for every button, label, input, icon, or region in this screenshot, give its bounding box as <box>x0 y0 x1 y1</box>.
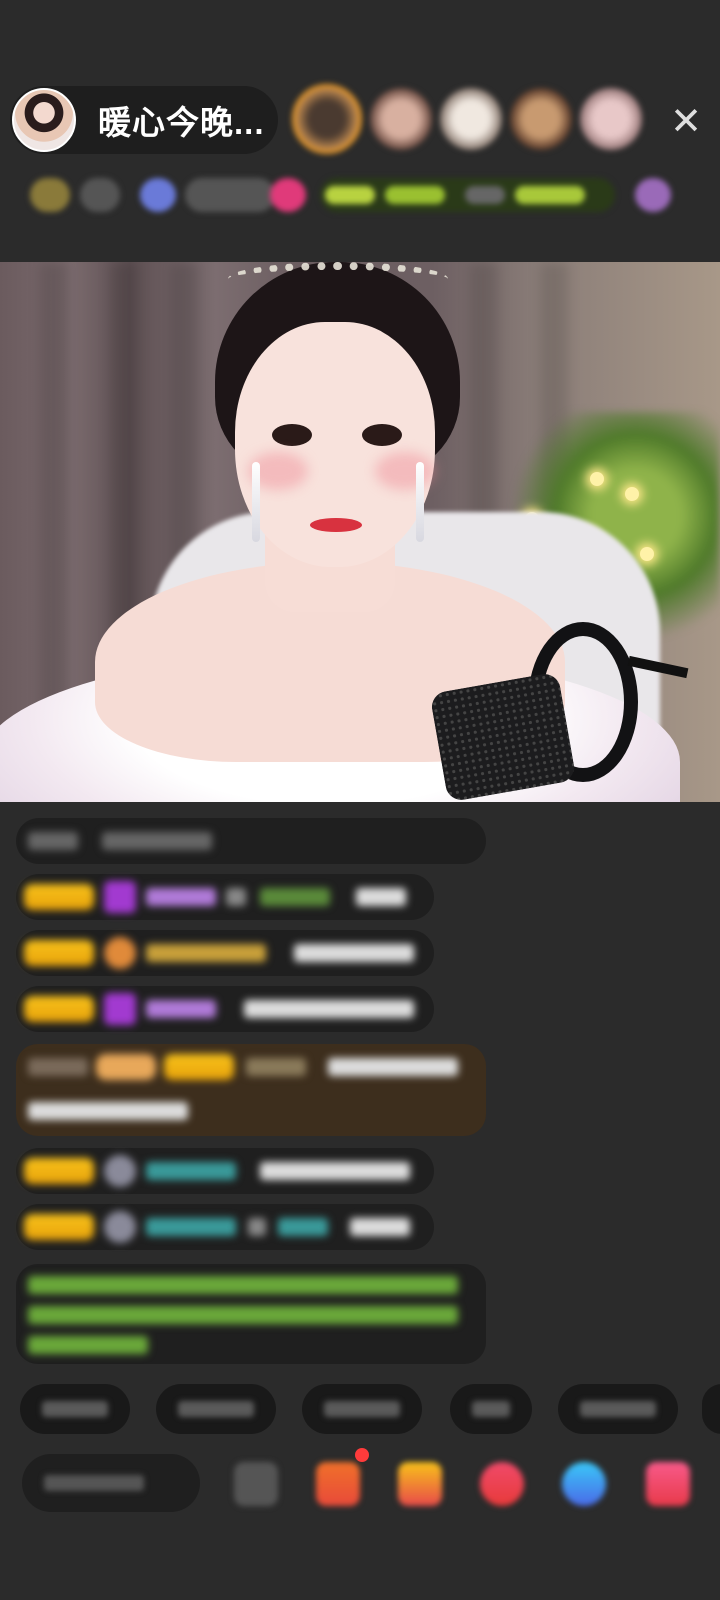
top-viewer-avatar[interactable] <box>292 84 362 154</box>
more-gifts-icon[interactable] <box>646 1462 690 1506</box>
chat-input[interactable] <box>22 1454 200 1512</box>
quick-reply-chip[interactable] <box>156 1384 276 1434</box>
top-viewer-avatar[interactable] <box>580 88 642 150</box>
top-viewers-list <box>292 84 642 154</box>
quick-reply-chip[interactable] <box>702 1384 720 1434</box>
gift-box-icon[interactable] <box>316 1462 360 1506</box>
quick-reply-chip[interactable] <box>302 1384 422 1434</box>
close-icon[interactable]: ✕ <box>664 100 708 144</box>
quick-reply-chip[interactable] <box>20 1384 130 1434</box>
microphone <box>429 622 689 802</box>
chat-message <box>16 874 434 920</box>
tiara <box>228 262 448 296</box>
fairy-light <box>640 547 654 561</box>
blush <box>375 452 435 490</box>
quick-reply-chip[interactable] <box>450 1384 532 1434</box>
lips <box>310 518 362 532</box>
notification-dot <box>355 1448 369 1462</box>
game-icon[interactable] <box>480 1462 524 1506</box>
chat-message <box>16 986 434 1032</box>
fairy-light <box>625 487 639 501</box>
live-room-header: 暖心今晚... ✕ <box>0 0 720 262</box>
gift-icon[interactable] <box>398 1462 442 1506</box>
chat-message <box>16 1204 434 1250</box>
quick-reply-row <box>0 1384 720 1436</box>
eye <box>272 424 312 446</box>
streamer-avatar[interactable] <box>12 88 76 152</box>
system-notice <box>16 1264 486 1364</box>
chat-message <box>16 818 486 864</box>
top-viewer-avatar[interactable] <box>370 88 432 150</box>
top-viewer-avatar[interactable] <box>440 88 502 150</box>
live-video[interactable] <box>0 262 720 802</box>
streamer-name: 暖心今晚... <box>98 104 265 141</box>
fairy-light <box>590 472 604 486</box>
earring <box>252 462 260 542</box>
chat-list[interactable] <box>0 802 720 1364</box>
quick-reply-chip[interactable] <box>558 1384 678 1434</box>
top-viewer-avatar[interactable] <box>510 88 572 150</box>
emoji-icon[interactable] <box>234 1462 278 1506</box>
chat-message <box>16 930 434 976</box>
streamer-info-pill[interactable]: 暖心今晚... <box>10 86 278 154</box>
controller-icon[interactable] <box>562 1462 606 1506</box>
stream-info-row <box>20 172 700 218</box>
eye <box>362 424 402 446</box>
chat-message-highlight <box>16 1044 486 1136</box>
earring <box>416 462 424 542</box>
chat-message <box>16 1148 434 1194</box>
